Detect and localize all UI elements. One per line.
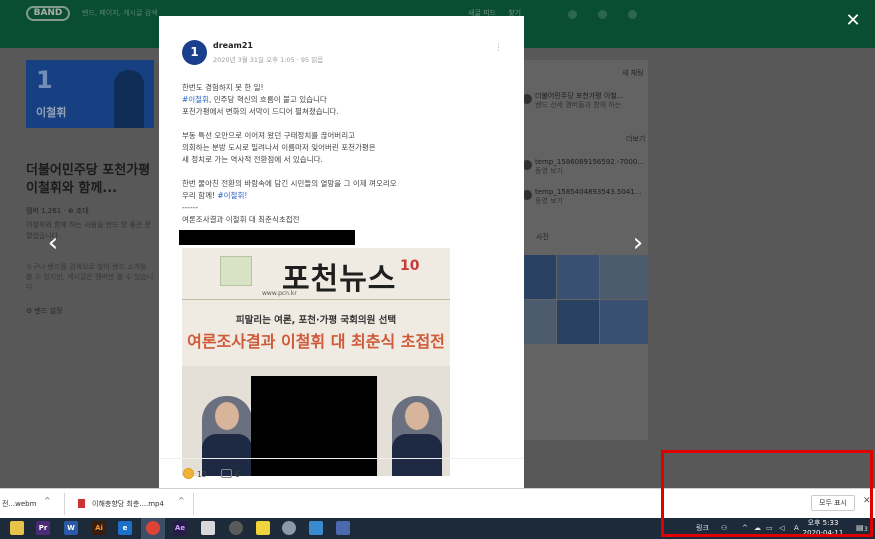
chevron-up-icon[interactable]: ^ — [178, 496, 185, 505]
more-options-icon[interactable]: ⋮ — [494, 43, 503, 53]
post-line: 새 정치로 가는 역사적 전환점에 서 있습니다. — [182, 155, 323, 164]
post-body: 한번도 경험하지 못 한 일! #이철휘, 민주당 혁신의 흐름이 불고 있습니… — [182, 82, 502, 226]
post-line: #이철휘, 민주당 혁신의 흐름이 불고 있습니다 — [182, 94, 502, 106]
post-line: 한번도 경험하지 못 한 일! — [182, 83, 264, 92]
comment-count[interactable]: 6 — [235, 470, 240, 479]
post-line: 한번 물아친 전환의 바람속에 담긴 시민들의 열망을 그 이제 껴오리오 — [182, 179, 397, 188]
post-line: 부동 특선 오만으로 이어져 왔던 구태정치를 끊어버리고 — [182, 131, 356, 140]
post-line: 의회하는 분방 도시로 밀려나서 이름마저 잊어버린 포천가평은 — [182, 143, 376, 152]
post-line-rest: , 민주당 혁신의 흐름이 불고 있습니다 — [208, 95, 327, 104]
newspaper-url: www.pcn.kr — [262, 290, 297, 297]
post-modal: 1 dream21 2020년 3월 31일 오후 1:05 · 95 읽음 ⋮… — [159, 16, 524, 488]
app-icon[interactable] — [336, 521, 350, 535]
app-icon[interactable]: W — [64, 521, 78, 535]
comment-icon[interactable] — [221, 469, 232, 478]
anniversary-mark: 10 — [400, 258, 420, 274]
download-item-1[interactable]: 전...webm — [2, 497, 36, 511]
post-line: 우리 함께! #이철휘! — [182, 190, 502, 202]
app-icon[interactable] — [229, 521, 243, 535]
newspaper-title: 포천뉴스 — [282, 262, 397, 297]
post-line-start: 우리 함께! — [182, 191, 218, 200]
hashtag-link[interactable]: #이철휘 — [182, 95, 209, 104]
illustrator-icon[interactable]: Ai — [92, 521, 106, 535]
file-explorer-icon[interactable] — [10, 521, 24, 535]
chevron-up-icon[interactable]: ^ — [44, 496, 51, 505]
post-line: 여론조사결과 이철휘 대 최춘식초접전 — [182, 215, 300, 224]
newspaper-badge — [220, 256, 252, 286]
author-avatar[interactable]: 1 — [182, 40, 207, 65]
pdf-file-icon — [78, 499, 85, 508]
close-icon[interactable]: ✕ — [843, 11, 863, 31]
like-count[interactable]: 13 — [197, 470, 207, 479]
redacted-block — [179, 230, 355, 245]
premiere-icon[interactable]: Pr — [36, 521, 50, 535]
app-icon[interactable] — [201, 521, 215, 535]
after-effects-icon[interactable]: Ae — [173, 521, 187, 535]
annotation-highlight-box — [661, 450, 873, 537]
newspaper-headline: 여론조사결과 이철휘 대 최춘식 초접전 — [187, 332, 445, 351]
prev-post-arrow-icon[interactable]: ‹ — [43, 228, 63, 258]
post-meta: 2020년 3월 31일 오후 1:05 · 95 읽음 — [213, 56, 324, 64]
app-icon[interactable] — [309, 521, 323, 535]
post-line: 포천가평에서 변화의 서막이 드디어 펼쳐졌습니다. — [182, 107, 339, 116]
divider — [182, 299, 450, 300]
edge-icon[interactable]: e — [118, 521, 132, 535]
emotion-icon[interactable] — [183, 468, 194, 479]
post-footer: 13 6 — [159, 458, 524, 488]
next-post-arrow-icon[interactable]: › — [628, 228, 648, 258]
hashtag-link[interactable]: #이철휘! — [217, 191, 247, 200]
chrome-icon[interactable] — [146, 521, 160, 535]
post-image-newspaper[interactable]: 포천뉴스 10 www.pcn.kr 피말리는 여론, 포천·가평 국회의원 선… — [182, 248, 450, 476]
post-line: ------ — [182, 203, 199, 212]
app-icon[interactable] — [282, 521, 296, 535]
download-item-2[interactable]: 이해충향당 최춘....mp4 — [92, 497, 164, 511]
sticky-notes-icon[interactable] — [256, 521, 270, 535]
newspaper-subtitle: 피말리는 여론, 포천·가평 국회의원 선택 — [235, 315, 397, 326]
author-name[interactable]: dream21 — [213, 41, 253, 50]
